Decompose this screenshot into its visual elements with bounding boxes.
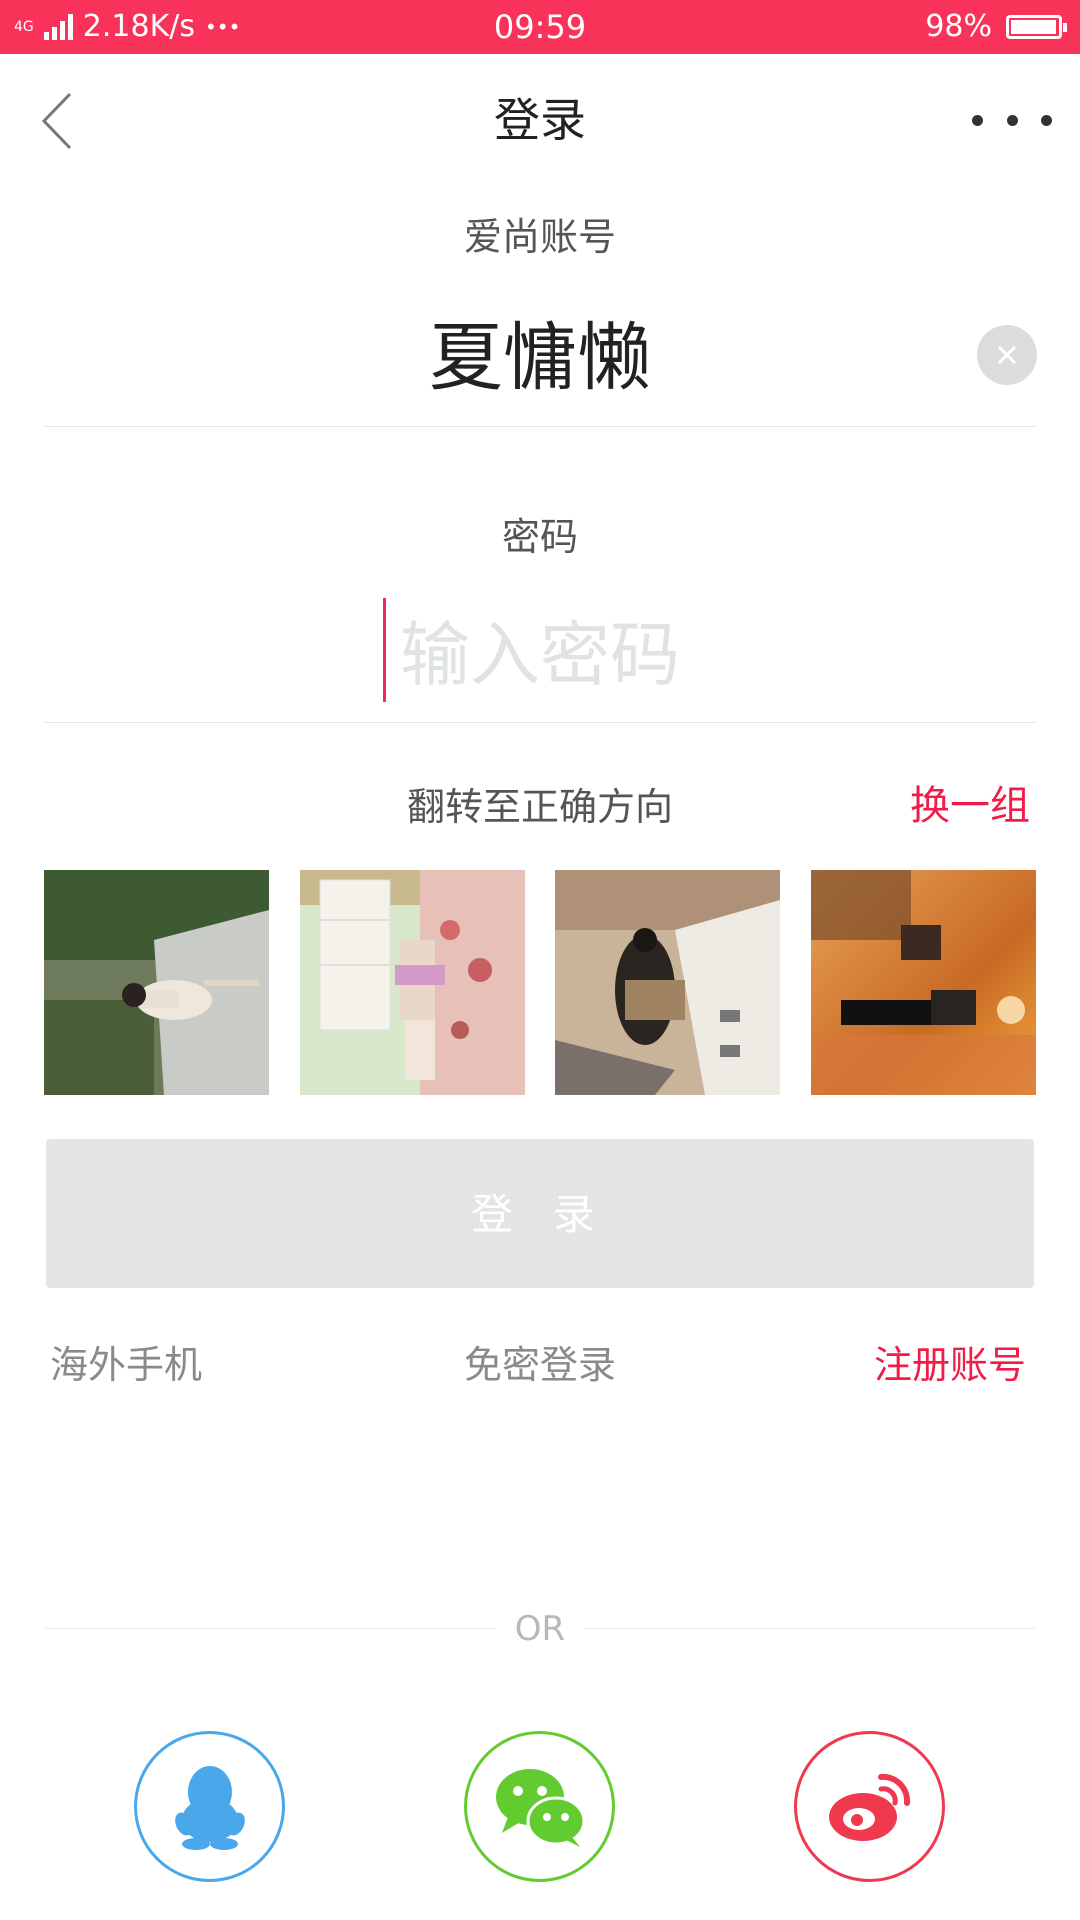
captcha-image-4[interactable] — [811, 870, 1036, 1095]
battery-percent: 98% — [925, 9, 992, 44]
wechat-icon — [495, 1768, 585, 1847]
register-link[interactable]: 注册账号 — [874, 1340, 1026, 1390]
passwordless-login-link-text[interactable]: 免密登录 — [464, 1343, 616, 1387]
captcha-image-3[interactable] — [555, 870, 780, 1095]
account-label: 爱尚账号 — [463, 215, 616, 259]
or-label: OR — [514, 1609, 566, 1649]
woman-park-photo — [44, 870, 269, 1095]
status-bar: 4G 2.18K/s ••• 09:59 98% — [0, 0, 1080, 54]
more-button[interactable] — [972, 100, 1052, 140]
login-button[interactable]: 登 录 — [46, 1139, 1034, 1288]
battery-icon — [1006, 15, 1067, 39]
account-divider — [44, 426, 1036, 427]
more-dots-icon — [972, 114, 983, 126]
battery-indicator: 98% — [925, 8, 1067, 46]
password-field[interactable] — [400, 615, 1020, 695]
close-icon — [997, 345, 1017, 365]
weibo-icon — [828, 1773, 910, 1841]
woman-bedroom-photo — [300, 870, 525, 1095]
wechat-login-button[interactable] — [464, 1731, 615, 1882]
account-field[interactable]: 夏慵懒 — [0, 312, 1080, 404]
clock: 09:59 — [493, 8, 587, 46]
woman-cabinet-photo — [555, 870, 780, 1095]
captcha-image-2[interactable] — [300, 870, 525, 1095]
text-cursor — [383, 598, 386, 702]
password-label: 密码 — [501, 515, 578, 559]
weibo-login-button[interactable] — [794, 1731, 945, 1882]
page-title: 登录 — [494, 93, 586, 147]
captcha-image-1[interactable] — [44, 870, 269, 1095]
captcha-refresh-link[interactable]: 换一组 — [910, 780, 1030, 832]
night-street-photo — [811, 870, 1036, 1095]
qq-penguin-icon — [174, 1765, 245, 1850]
password-divider — [44, 722, 1036, 723]
qq-login-button[interactable] — [134, 1731, 285, 1882]
clear-account-button[interactable] — [977, 325, 1037, 385]
